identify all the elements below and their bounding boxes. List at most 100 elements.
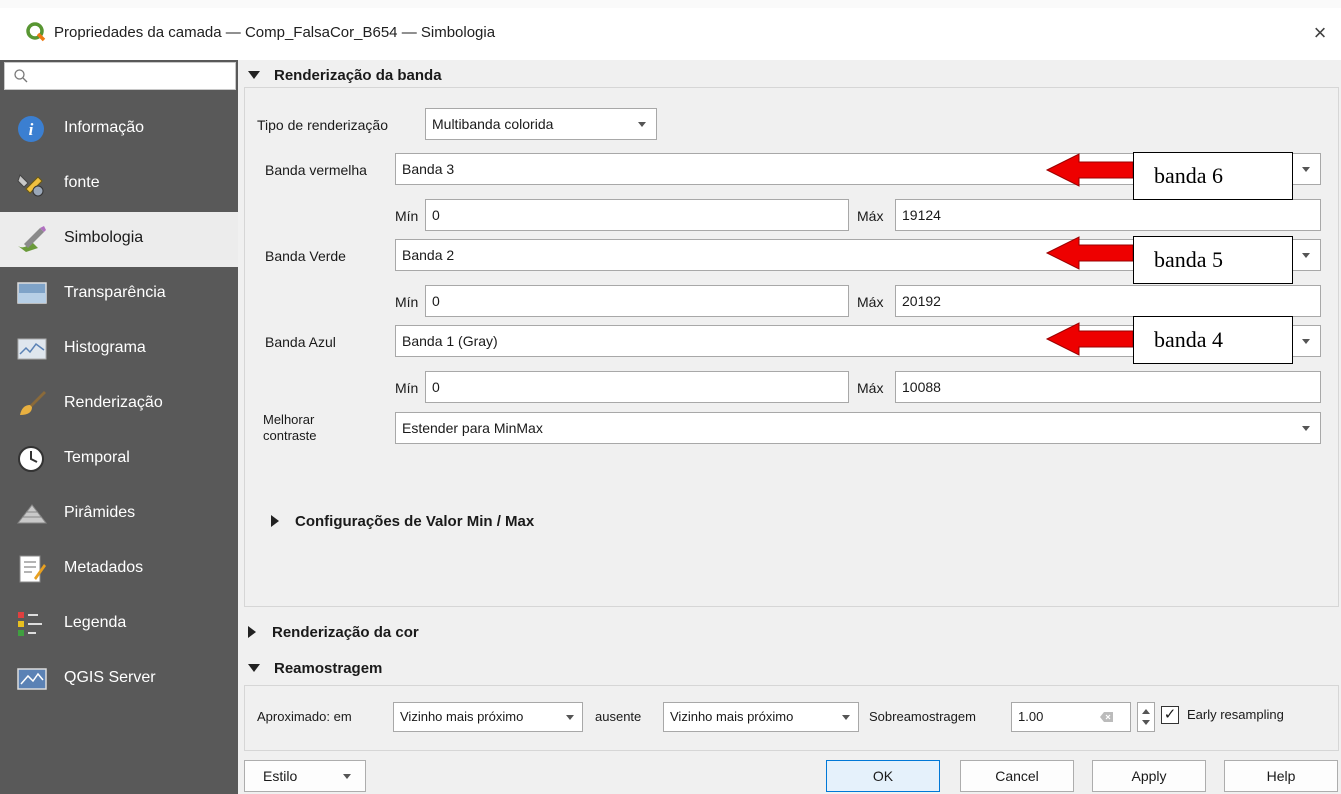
top-edge: [0, 0, 1341, 8]
red-band-value: Banda 3: [402, 161, 455, 177]
zoomed-out-select[interactable]: Vizinho mais próximo: [663, 702, 859, 732]
sidebar-item-renderizacao[interactable]: Renderização: [0, 377, 238, 432]
sidebar-item-label: Informação: [64, 119, 145, 136]
server-icon: [17, 668, 47, 690]
oversampling-spinbox[interactable]: 1.00: [1011, 702, 1131, 732]
render-type-label: Tipo de renderização: [257, 117, 389, 133]
minmax-settings-header[interactable]: Configurações de Valor Min / Max: [271, 509, 534, 533]
symbology-panel: Renderização da banda Tipo de renderizaç…: [238, 60, 1341, 794]
metadata-icon: [19, 555, 46, 583]
red-max-input[interactable]: 19124: [895, 199, 1321, 231]
red-band-callout: banda 6: [1133, 152, 1293, 200]
red-band-label: Banda vermelha: [265, 162, 367, 178]
sidebar-item-transparencia[interactable]: Transparência: [0, 267, 238, 322]
info-icon: i: [18, 116, 44, 142]
blue-band-callout: banda 4: [1133, 316, 1293, 364]
zoomed-in-label: Aproximado: em: [257, 709, 352, 724]
contrast-select[interactable]: Estender para MinMax: [395, 412, 1321, 444]
section-title: Renderização da cor: [272, 623, 419, 641]
histogram-icon: [17, 338, 47, 360]
collapse-arrow-icon: [248, 664, 260, 672]
paint-brush-icon: [18, 226, 46, 252]
sidebar-item-temporal[interactable]: Temporal: [0, 432, 238, 487]
sidebar-item-informacao[interactable]: i Informação: [0, 102, 238, 157]
blue-min-label: Mín: [395, 380, 419, 396]
style-label: Estilo: [263, 768, 298, 784]
sidebar-item-label: Simbologia: [64, 229, 144, 246]
style-menu-button[interactable]: Estilo: [244, 760, 366, 792]
zoomed-out-value: Vizinho mais próximo: [670, 709, 794, 724]
sidebar-item-label: Legenda: [64, 614, 127, 631]
green-min-input[interactable]: 0: [425, 285, 849, 317]
spin-buttons[interactable]: [1137, 702, 1155, 732]
sidebar-item-label: Pirâmides: [64, 504, 136, 521]
oversampling-value: 1.00: [1018, 709, 1044, 724]
early-resampling-label: Early resampling: [1187, 707, 1284, 722]
sidebar-item-metadados[interactable]: Metadados: [0, 542, 238, 597]
transparency-icon: [17, 282, 47, 304]
green-band-value: Banda 2: [402, 247, 455, 263]
sidebar-item-label: QGIS Server: [64, 669, 156, 686]
clock-icon: [18, 446, 44, 472]
cancel-button[interactable]: Cancel: [960, 760, 1074, 792]
red-min-label: Mín: [395, 208, 419, 224]
chevron-down-icon: [638, 122, 646, 127]
sidebar-item-label: Histograma: [64, 339, 146, 356]
resampling-group: Aproximado: em Vizinho mais próximo ause…: [244, 685, 1339, 751]
red-min-input[interactable]: 0: [425, 199, 849, 231]
chevron-down-icon: [1302, 339, 1310, 344]
section-title: Renderização da banda: [274, 66, 442, 84]
expand-arrow-icon: [271, 515, 279, 527]
render-type-select[interactable]: Multibanda colorida: [425, 108, 657, 140]
resampling-header[interactable]: Reamostragem: [248, 656, 382, 680]
sidebar-item-label: Renderização: [64, 394, 163, 411]
help-button[interactable]: Help: [1224, 760, 1338, 792]
sidebar-item-histograma[interactable]: Histograma: [0, 322, 238, 377]
title-bar: Propriedades da camada — Comp_FalsaCor_B…: [0, 8, 1341, 60]
green-max-label: Máx: [857, 294, 884, 310]
sidebar-search[interactable]: [4, 62, 236, 90]
green-max-input[interactable]: 20192: [895, 285, 1321, 317]
color-rendering-header[interactable]: Renderização da cor: [248, 620, 419, 644]
sidebar-item-fonte[interactable]: fonte: [0, 157, 238, 212]
blue-max-input[interactable]: 10088: [895, 371, 1321, 403]
search-input[interactable]: [35, 65, 231, 87]
section-title: Reamostragem: [274, 659, 383, 677]
sidebar-item-legenda[interactable]: Legenda: [0, 597, 238, 652]
sidebar-item-simbologia[interactable]: Simbologia: [0, 212, 238, 267]
blue-min-input[interactable]: 0: [425, 371, 849, 403]
svg-text:i: i: [29, 120, 34, 139]
green-band-label: Banda Verde: [265, 248, 346, 264]
sidebar-item-qgis-server[interactable]: QGIS Server: [0, 652, 238, 707]
section-title: Configurações de Valor Min / Max: [295, 512, 535, 530]
render-brush-icon: [20, 391, 46, 415]
red-arrow-icon: [1045, 322, 1134, 356]
render-type-value: Multibanda colorida: [432, 116, 554, 132]
contrast-value: Estender para MinMax: [402, 420, 543, 436]
close-button[interactable]: ×: [1304, 18, 1336, 48]
sidebar: i Informação fonte Simbologia Transparên…: [0, 60, 238, 794]
source-tools-icon: [17, 174, 44, 197]
search-icon: [14, 69, 28, 83]
sidebar-item-piramides[interactable]: Pirâmides: [0, 487, 238, 542]
window-title: Propriedades da camada — Comp_FalsaCor_B…: [54, 24, 496, 41]
blue-max-label: Máx: [857, 380, 884, 396]
spin-arrows-icon: [1142, 709, 1150, 725]
red-arrow-icon: [1045, 153, 1134, 187]
sidebar-item-label: fonte: [64, 174, 100, 191]
contrast-label-line1: Melhorar: [263, 412, 315, 427]
chevron-down-icon: [842, 715, 850, 720]
red-max-label: Máx: [857, 208, 884, 224]
collapse-arrow-icon: [248, 71, 260, 79]
band-rendering-header[interactable]: Renderização da banda: [248, 63, 442, 87]
early-resampling-checkbox[interactable]: ✓: [1161, 706, 1179, 724]
sidebar-item-label: Metadados: [64, 559, 144, 576]
expand-arrow-icon: [248, 626, 256, 638]
ok-button[interactable]: OK: [826, 760, 940, 792]
zoomed-in-select[interactable]: Vizinho mais próximo: [393, 702, 583, 732]
zoomed-out-label: ausente: [595, 709, 642, 724]
blue-band-label: Banda Azul: [265, 334, 336, 350]
clear-icon[interactable]: [1100, 711, 1114, 723]
contrast-label-line2: contraste: [263, 428, 317, 443]
apply-button[interactable]: Apply: [1092, 760, 1206, 792]
